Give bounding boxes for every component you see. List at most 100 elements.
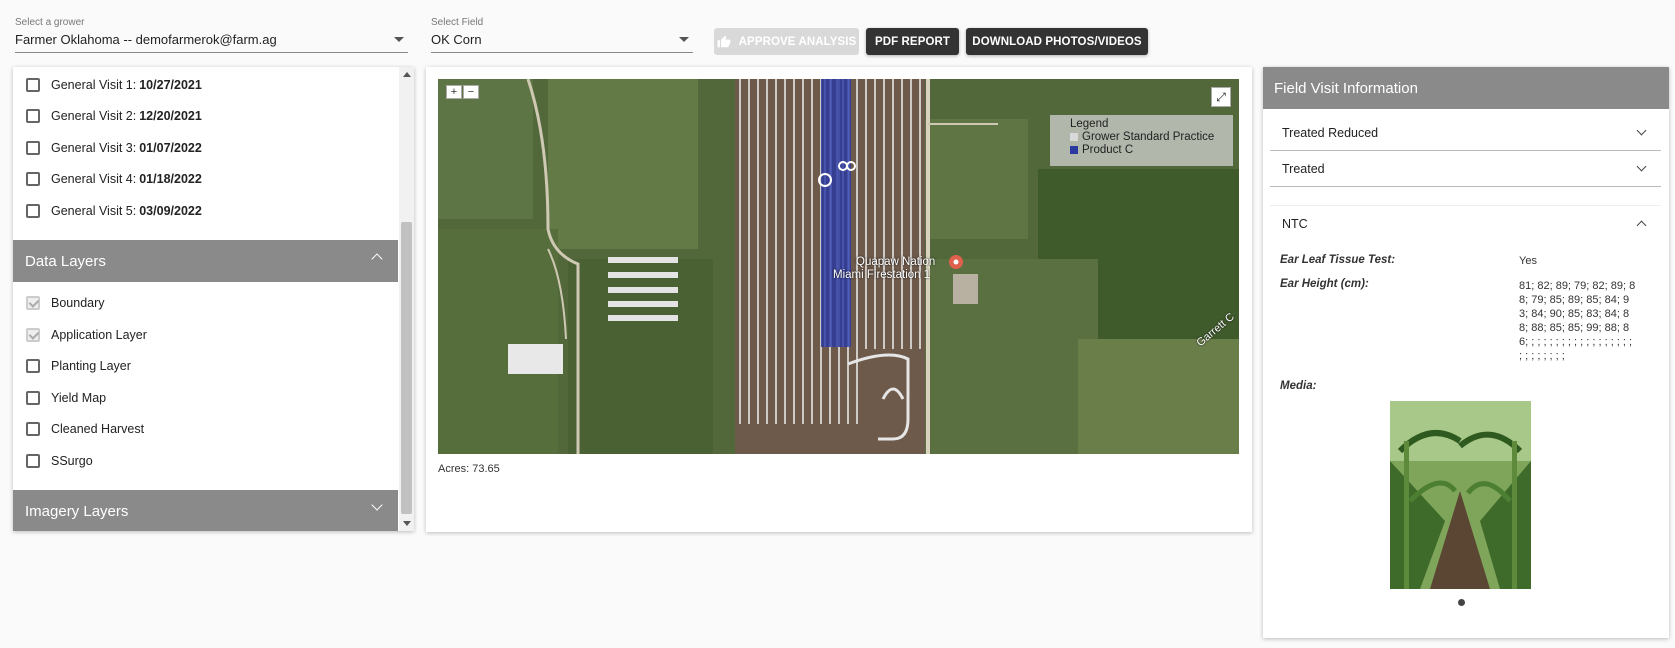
checkbox[interactable] xyxy=(26,172,40,186)
chevron-down-icon xyxy=(1636,161,1647,172)
checkbox[interactable] xyxy=(26,454,40,468)
field-photo[interactable] xyxy=(1390,401,1531,589)
fullscreen-icon[interactable]: ⤢ xyxy=(1211,87,1231,107)
layer-item-boundary[interactable]: Boundary xyxy=(13,287,398,319)
map-place-label: Miami Firestation 1 xyxy=(833,269,931,281)
checkbox[interactable] xyxy=(26,422,40,436)
map-place-label: Quapaw Nation xyxy=(856,256,936,268)
field-select-label: Select Field xyxy=(431,17,484,28)
map-legend: Legend Grower Standard Practice Product … xyxy=(1050,115,1233,166)
imagery-layers-header[interactable]: Imagery Layers xyxy=(13,490,398,531)
scroll-up-arrow-icon[interactable] xyxy=(403,72,411,77)
accordion-treated[interactable]: Treated xyxy=(1270,151,1661,187)
corn-photo-image xyxy=(1390,401,1531,589)
visit-item[interactable]: General Visit 1: 10/27/2021 xyxy=(13,69,398,101)
layer-item-cleaned-harvest[interactable]: Cleaned Harvest xyxy=(13,413,398,445)
approve-analysis-button[interactable]: APPROVE ANALYSIS xyxy=(714,28,859,55)
field-visit-title: Field Visit Information xyxy=(1263,67,1669,109)
ear-height-value: 81; 82; 89; 79; 82; 89; 88; 79; 85; 89; … xyxy=(1519,280,1636,362)
chevron-down-icon xyxy=(371,499,383,511)
grower-select-label: Select a grower xyxy=(15,17,85,28)
visit-item[interactable]: General Visit 2: 12/20/2021 xyxy=(13,100,398,132)
visit-name: General Visit 1: xyxy=(51,78,137,92)
visit-date: 01/07/2022 xyxy=(139,141,202,155)
legend-item: Product C xyxy=(1070,144,1233,156)
accordion-treated-reduced[interactable]: Treated Reduced xyxy=(1270,115,1661,151)
visit-name: General Visit 4: xyxy=(51,172,137,186)
checkbox[interactable] xyxy=(26,204,40,218)
layer-label: Cleaned Harvest xyxy=(51,422,145,436)
approve-analysis-label: APPROVE ANALYSIS xyxy=(738,35,857,48)
chevron-up-icon xyxy=(371,253,383,265)
checkbox[interactable] xyxy=(26,296,40,310)
layer-label: Boundary xyxy=(51,296,105,310)
media-label: Media: xyxy=(1280,380,1317,392)
zoom-in-button[interactable]: + xyxy=(446,85,462,99)
visit-item[interactable]: General Visit 5: 03/09/2022 xyxy=(13,195,398,227)
accordion-label: Treated Reduced xyxy=(1282,125,1379,140)
field-select[interactable]: Select Field OK Corn xyxy=(431,17,693,55)
visit-date: 12/20/2021 xyxy=(139,109,202,123)
scrollbar-thumb[interactable] xyxy=(401,222,412,514)
select-underline xyxy=(15,52,408,53)
visit-name: General Visit 2: xyxy=(51,109,137,123)
zoom-out-button[interactable]: − xyxy=(463,85,479,99)
carousel-dot[interactable] xyxy=(1458,599,1465,606)
layer-item-ssurgo[interactable]: SSurgo xyxy=(13,445,398,477)
legend-title: Legend xyxy=(1070,118,1109,130)
legend-swatch xyxy=(1070,133,1078,141)
visit-item[interactable]: General Visit 4: 01/18/2022 xyxy=(13,163,398,195)
checkbox[interactable] xyxy=(26,391,40,405)
scroll-down-arrow-icon[interactable] xyxy=(403,521,411,526)
layer-label: Yield Map xyxy=(51,391,107,405)
ear-leaf-value: Yes xyxy=(1519,255,1537,267)
pdf-report-button[interactable]: PDF REPORT xyxy=(866,28,959,55)
layer-label: SSurgo xyxy=(51,454,93,468)
map-card: Quapaw Nation Miami Firestation 1 Garret… xyxy=(426,67,1252,532)
layers-panel: General Visit 1: 10/27/2021 General Visit… xyxy=(13,67,414,531)
legend-item: Grower Standard Practice xyxy=(1070,131,1233,143)
chevron-down-icon xyxy=(679,37,689,42)
visit-date: 03/09/2022 xyxy=(139,204,202,218)
acres-label: Acres: 73.65 xyxy=(438,463,500,475)
download-photos-videos-button[interactable]: DOWNLOAD PHOTOS/VIDEOS xyxy=(966,28,1148,55)
accordion-label: NTC xyxy=(1282,216,1308,231)
grower-select-value: Farmer Oklahoma -- demofarmerok@farm.ag xyxy=(15,32,277,47)
chevron-down-icon xyxy=(1636,125,1647,136)
checkbox[interactable] xyxy=(26,359,40,373)
legend-label: Grower Standard Practice xyxy=(1082,131,1215,143)
satellite-map[interactable]: Quapaw Nation Miami Firestation 1 Garret… xyxy=(438,79,1239,454)
thumbs-up-icon xyxy=(717,35,731,47)
accordion-ntc[interactable]: NTC xyxy=(1270,205,1661,241)
layer-item-planting[interactable]: Planting Layer xyxy=(13,350,398,382)
visit-item[interactable]: General Visit 3: 01/07/2022 xyxy=(13,132,398,164)
field-select-value: OK Corn xyxy=(431,32,482,47)
layer-label: Planting Layer xyxy=(51,359,131,373)
checkbox[interactable] xyxy=(26,328,40,342)
scrollbar[interactable] xyxy=(399,67,414,531)
chevron-down-icon xyxy=(394,37,404,42)
imagery-layers-title: Imagery Layers xyxy=(25,502,129,520)
checkbox[interactable] xyxy=(26,78,40,92)
visit-name: General Visit 5: xyxy=(51,204,137,218)
legend-swatch xyxy=(1070,146,1078,154)
layer-item-yield-map[interactable]: Yield Map xyxy=(13,382,398,414)
zoom-controls: + − xyxy=(446,85,479,99)
select-underline xyxy=(431,52,693,53)
checkbox[interactable] xyxy=(26,109,40,123)
layer-label: Application Layer xyxy=(51,328,147,342)
legend-label: Product C xyxy=(1082,144,1134,156)
data-layers-title: Data Layers xyxy=(25,252,106,270)
data-layers-header[interactable]: Data Layers xyxy=(13,240,398,282)
field-visit-panel: Field Visit Information Treated Reduced … xyxy=(1263,67,1669,638)
grower-select[interactable]: Select a grower Farmer Oklahoma -- demof… xyxy=(15,17,408,55)
visit-name: General Visit 3: xyxy=(51,141,137,155)
ear-height-label: Ear Height (cm): xyxy=(1280,278,1369,290)
accordion-label: Treated xyxy=(1282,161,1325,176)
chevron-up-icon xyxy=(1636,220,1647,231)
checkbox[interactable] xyxy=(26,141,40,155)
visit-date: 10/27/2021 xyxy=(139,78,202,92)
ear-leaf-label: Ear Leaf Tissue Test: xyxy=(1280,254,1396,266)
visit-date: 01/18/2022 xyxy=(139,172,202,186)
layer-item-application[interactable]: Application Layer xyxy=(13,319,398,351)
